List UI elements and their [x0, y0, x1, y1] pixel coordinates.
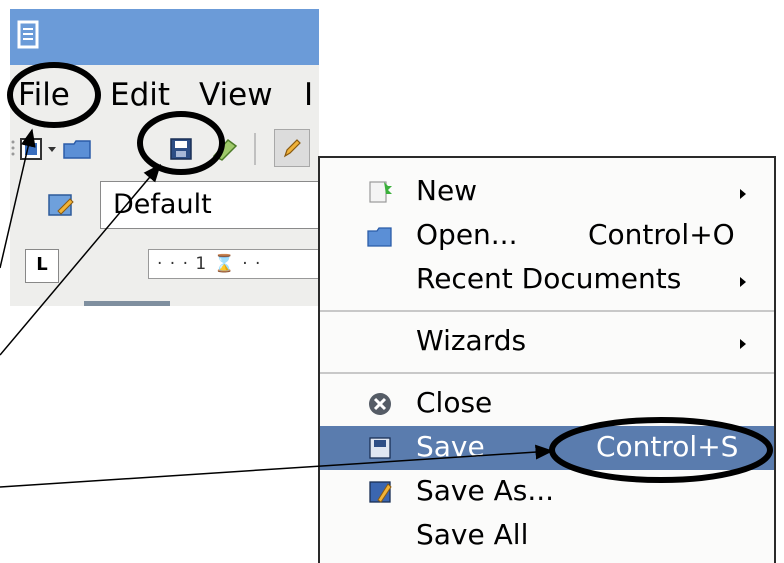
edit-pencil-icon [283, 139, 301, 158]
menu-item-open-label: Open... [416, 218, 518, 251]
menu-item-open[interactable]: Open... Control+O [320, 214, 774, 258]
menu-item-save-label: Save [416, 430, 485, 463]
menu-item-close-label: Close [416, 386, 493, 419]
vertical-ruler-top [30, 299, 319, 306]
formatting-toolbar: Default [10, 173, 319, 235]
menu-item-save[interactable]: Save Control+S [320, 426, 774, 470]
paragraph-style-combobox[interactable]: Default [100, 181, 319, 229]
menu-item-recent-label: Recent Documents [416, 262, 682, 295]
menu-item-save-all-label: Save All [416, 518, 529, 551]
app-document-icon [16, 19, 44, 53]
ruler-row: L · · · 1 ⌛ · · [10, 241, 319, 306]
submenu-arrow-icon [740, 277, 746, 287]
paragraph-style-value: Default [113, 189, 212, 220]
menu-item-save-all[interactable]: Save All [320, 514, 774, 558]
save-disk-icon[interactable] [168, 136, 194, 162]
menu-item-recent-documents[interactable]: Recent Documents [320, 258, 774, 302]
menu-file[interactable]: File [18, 77, 70, 113]
menubar: File Edit View I [10, 65, 319, 123]
menu-item-wizards[interactable]: Wizards [320, 320, 774, 364]
standard-toolbar [10, 123, 319, 173]
save-as-icon [369, 481, 392, 503]
menu-separator [320, 310, 774, 312]
menu-separator [320, 372, 774, 374]
menu-insert[interactable]: I [304, 77, 313, 113]
menu-view[interactable]: View [199, 77, 273, 113]
new-document-icon[interactable] [18, 136, 44, 162]
menu-item-open-shortcut: Control+O [588, 218, 735, 251]
menu-edit[interactable]: Edit [110, 77, 170, 113]
submenu-arrow-icon [740, 339, 746, 349]
toolbar-separator [254, 133, 256, 165]
menu-item-close[interactable]: Close [320, 382, 774, 426]
open-folder-icon [367, 227, 392, 247]
save-disk-icon [369, 437, 391, 459]
menu-item-save-as[interactable]: Save As... [320, 470, 774, 514]
styles-icon[interactable] [46, 191, 76, 219]
close-circle-icon [369, 393, 391, 415]
menu-item-new-label: New [416, 174, 478, 207]
file-menu-popup: New Open... Control+O Recent Documents W… [318, 156, 776, 563]
ruler-markings: · · · 1 ⌛ · · [157, 254, 262, 274]
menu-item-new[interactable]: New [320, 170, 774, 214]
open-folder-icon[interactable] [62, 136, 94, 162]
dropdown-arrow-icon[interactable] [46, 136, 58, 162]
horizontal-ruler[interactable]: · · · 1 ⌛ · · [148, 249, 319, 279]
window-titlebar [10, 9, 319, 65]
menu-item-wizards-label: Wizards [416, 324, 527, 357]
menu-item-save-as-label: Save As... [416, 474, 555, 507]
export-icon[interactable] [210, 136, 240, 162]
menu-item-save-shortcut: Control+S [596, 430, 739, 463]
submenu-arrow-icon [740, 189, 746, 199]
tab-stop-selector[interactable]: L [25, 249, 59, 283]
application-window-crop: File Edit View I Default L · · · 1 ⌛ · · [10, 9, 319, 306]
edit-mode-button[interactable] [274, 129, 310, 167]
new-document-icon [369, 181, 392, 203]
